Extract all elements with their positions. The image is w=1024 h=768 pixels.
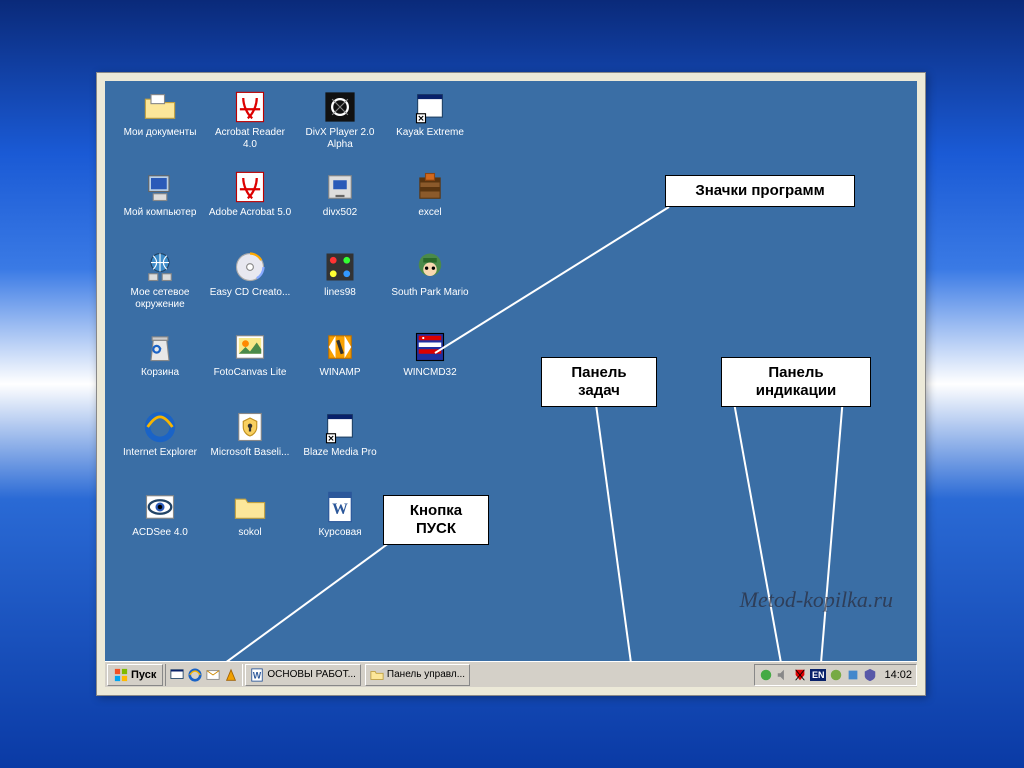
icon-label: Корзина	[141, 367, 179, 379]
winamp-icon	[322, 329, 358, 365]
icon-label: divx502	[323, 207, 357, 219]
desktop-icon[interactable]: FotoCanvas Lite	[207, 329, 293, 407]
icon-label: Internet Explorer	[123, 447, 197, 459]
tray-av-icon[interactable]	[793, 668, 807, 682]
task-label: ОСНОВЫ РАБОТ...	[267, 669, 356, 680]
recycle-icon	[142, 329, 178, 365]
cd-icon	[232, 249, 268, 285]
desktop-icon[interactable]: Blaze Media Pro	[297, 409, 383, 487]
svg-text:W: W	[332, 501, 348, 518]
icon-label: ACDSee 4.0	[132, 527, 188, 539]
desktop-icon[interactable]: WINAMP	[297, 329, 383, 407]
desktop-icon[interactable]: Adobe Acrobat 5.0	[207, 169, 293, 247]
system-tray[interactable]: EN 14:02	[754, 664, 917, 686]
start-label: Пуск	[131, 669, 156, 681]
start-button[interactable]: Пуск	[107, 664, 163, 686]
folder-docs-icon	[142, 89, 178, 125]
desktop-icon[interactable]: divx502	[297, 169, 383, 247]
installer-icon	[322, 169, 358, 205]
msb-icon	[232, 409, 268, 445]
desktop-icon[interactable]: sokol	[207, 489, 293, 567]
word-icon: W	[322, 489, 358, 525]
task-item[interactable]: W ОСНОВЫ РАБОТ...	[245, 664, 361, 686]
lines-icon	[322, 249, 358, 285]
icon-label: Blaze Media Pro	[303, 447, 376, 459]
tray-icon[interactable]	[863, 668, 877, 682]
lang-indicator[interactable]: EN	[810, 669, 827, 681]
desktop-icon[interactable]: Мои документы	[117, 89, 203, 167]
desktop-icon[interactable]: WINCMD32	[387, 329, 473, 407]
computer-icon	[142, 169, 178, 205]
callout-programs: Значки программ	[665, 175, 855, 207]
task-label: Панель управл...	[387, 669, 465, 680]
desktop-icon[interactable]: Мой компьютер	[117, 169, 203, 247]
taskbar[interactable]: Пуск W ОСНОВЫ РАБОТ... Панель управл... …	[105, 661, 917, 687]
icon-label: Kayak Extreme	[396, 127, 464, 139]
clock[interactable]: 14:02	[884, 669, 912, 681]
desktop-icon[interactable]: Microsoft Baseli...	[207, 409, 293, 487]
svg-text:W: W	[253, 670, 262, 680]
icon-label: Easy CD Creato...	[210, 287, 291, 299]
ie-icon	[142, 409, 178, 445]
slide-frame: Мои документы Acrobat Reader 4.0 DivX Pl…	[96, 72, 926, 696]
app-generic-icon	[412, 89, 448, 125]
icon-label: South Park Mario	[391, 287, 468, 299]
wincmd-icon	[412, 329, 448, 365]
icon-label: sokol	[238, 527, 261, 539]
divx-icon	[322, 89, 358, 125]
tray-icon[interactable]	[829, 668, 843, 682]
desktop-icon[interactable]: lines98	[297, 249, 383, 327]
desktop-icon[interactable]: excel	[387, 169, 473, 247]
desktop-icon[interactable]: Kayak Extreme	[387, 89, 473, 167]
acdsee-icon	[142, 489, 178, 525]
callout-start: Кнопка ПУСК	[383, 495, 489, 545]
icon-label: Мое сетевое окружение	[118, 287, 202, 311]
task-item[interactable]: Панель управл...	[365, 664, 470, 686]
windows-logo-icon	[114, 668, 128, 682]
ql-icon[interactable]	[224, 668, 238, 682]
tray-sound-icon[interactable]	[776, 668, 790, 682]
icon-label: Adobe Acrobat 5.0	[209, 207, 291, 219]
folder-icon	[370, 668, 384, 682]
callout-tray: Панель индикации	[721, 357, 871, 407]
network-icon	[142, 249, 178, 285]
desktop-icon[interactable]: South Park Mario	[387, 249, 473, 327]
acrobat-icon	[232, 169, 268, 205]
tray-icon[interactable]	[846, 668, 860, 682]
word-icon: W	[250, 668, 264, 682]
icon-label: Курсовая	[318, 527, 361, 539]
icon-label: Microsoft Baseli...	[211, 447, 290, 459]
desktop-icon[interactable]: Easy CD Creato...	[207, 249, 293, 327]
folder-icon	[232, 489, 268, 525]
icon-label: excel	[418, 207, 441, 219]
quick-launch	[165, 664, 243, 686]
southpark-icon	[412, 249, 448, 285]
desktop-area: Мои документы Acrobat Reader 4.0 DivX Pl…	[105, 81, 917, 661]
icon-label: FotoCanvas Lite	[214, 367, 287, 379]
winrar-icon	[412, 169, 448, 205]
app-generic-icon	[322, 409, 358, 445]
icon-label: Мой компьютер	[124, 207, 197, 219]
callout-taskbar: Панель задач	[541, 357, 657, 407]
ie-icon[interactable]	[188, 668, 202, 682]
foto-icon	[232, 329, 268, 365]
icon-label: DivX Player 2.0 Alpha	[298, 127, 382, 151]
icon-label: WINCMD32	[403, 367, 456, 379]
desktop-icon[interactable]: Мое сетевое окружение	[117, 249, 203, 327]
desktop-icon[interactable]: ACDSee 4.0	[117, 489, 203, 567]
desktop-icon[interactable]: Acrobat Reader 4.0	[207, 89, 293, 167]
desktop-icon[interactable]: W Курсовая	[297, 489, 383, 567]
desktop-icon[interactable]: Internet Explorer	[117, 409, 203, 487]
outlook-icon[interactable]	[206, 668, 220, 682]
desktop-icon[interactable]	[170, 668, 184, 682]
icon-label: Acrobat Reader 4.0	[208, 127, 292, 151]
watermark: Metod-kopilka.ru	[740, 587, 893, 613]
desktop-icon[interactable]: DivX Player 2.0 Alpha	[297, 89, 383, 167]
tray-icon[interactable]	[759, 668, 773, 682]
acrobat-icon	[232, 89, 268, 125]
icon-label: lines98	[324, 287, 356, 299]
icon-label: Мои документы	[124, 127, 197, 139]
icon-label: WINAMP	[319, 367, 360, 379]
desktop-icon[interactable]: Корзина	[117, 329, 203, 407]
